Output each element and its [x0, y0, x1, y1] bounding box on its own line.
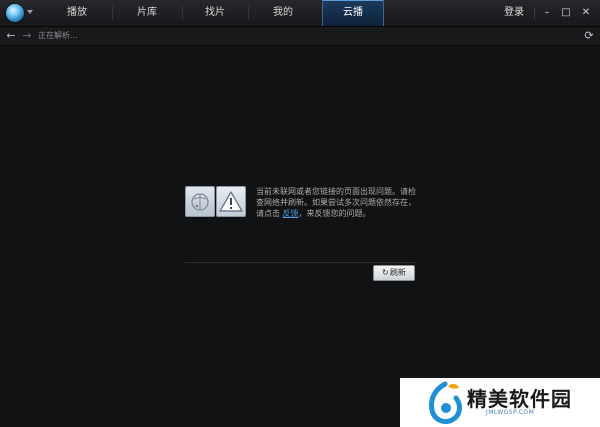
- refresh-icon: ↻: [382, 268, 389, 277]
- watermark: 精美软件园 JMLWGSP.COM: [400, 378, 600, 427]
- error-message: 当前未联网或者您链接的页面出现问题。请检查网络并刷新。如果尝试多次问题依然存在，…: [256, 186, 416, 219]
- forward-icon[interactable]: →: [20, 27, 34, 45]
- minimize-button[interactable]: –: [538, 0, 556, 26]
- tab-mine[interactable]: 我的: [248, 0, 318, 26]
- warning-icon: [216, 186, 246, 217]
- divider: [534, 7, 535, 19]
- error-message-text-end: ，来反馈您的问题。: [298, 209, 371, 218]
- reload-icon[interactable]: ⟳: [582, 27, 596, 45]
- tab-play[interactable]: 播放: [42, 0, 112, 26]
- globe-error-icon: [185, 186, 215, 217]
- back-icon[interactable]: ←: [4, 27, 18, 45]
- maximize-button[interactable]: □: [557, 0, 575, 26]
- loading-status: 正在解析...: [38, 31, 78, 40]
- navigation-bar: ← → 正在解析... ⟳: [0, 27, 600, 46]
- tab-cloud-play[interactable]: 云播: [322, 0, 384, 26]
- login-button[interactable]: 登录: [504, 0, 524, 26]
- dropdown-arrow-icon[interactable]: [27, 10, 33, 14]
- feedback-link[interactable]: 反馈: [283, 209, 299, 218]
- title-bar: 播放 片库 找片 我的 云播 登录 – □ ✕: [0, 0, 600, 27]
- watermark-logo-icon: [429, 381, 462, 425]
- close-button[interactable]: ✕: [577, 0, 595, 26]
- divider: [185, 262, 415, 263]
- refresh-button[interactable]: ↻刷新: [373, 265, 415, 281]
- tab-library[interactable]: 片库: [112, 0, 182, 26]
- tab-find[interactable]: 找片: [182, 0, 248, 26]
- watermark-subtitle: JMLWGSP.COM: [486, 409, 535, 416]
- refresh-button-label: 刷新: [389, 268, 406, 277]
- watermark-title: 精美软件园: [467, 387, 572, 411]
- logo-icon[interactable]: [6, 4, 24, 22]
